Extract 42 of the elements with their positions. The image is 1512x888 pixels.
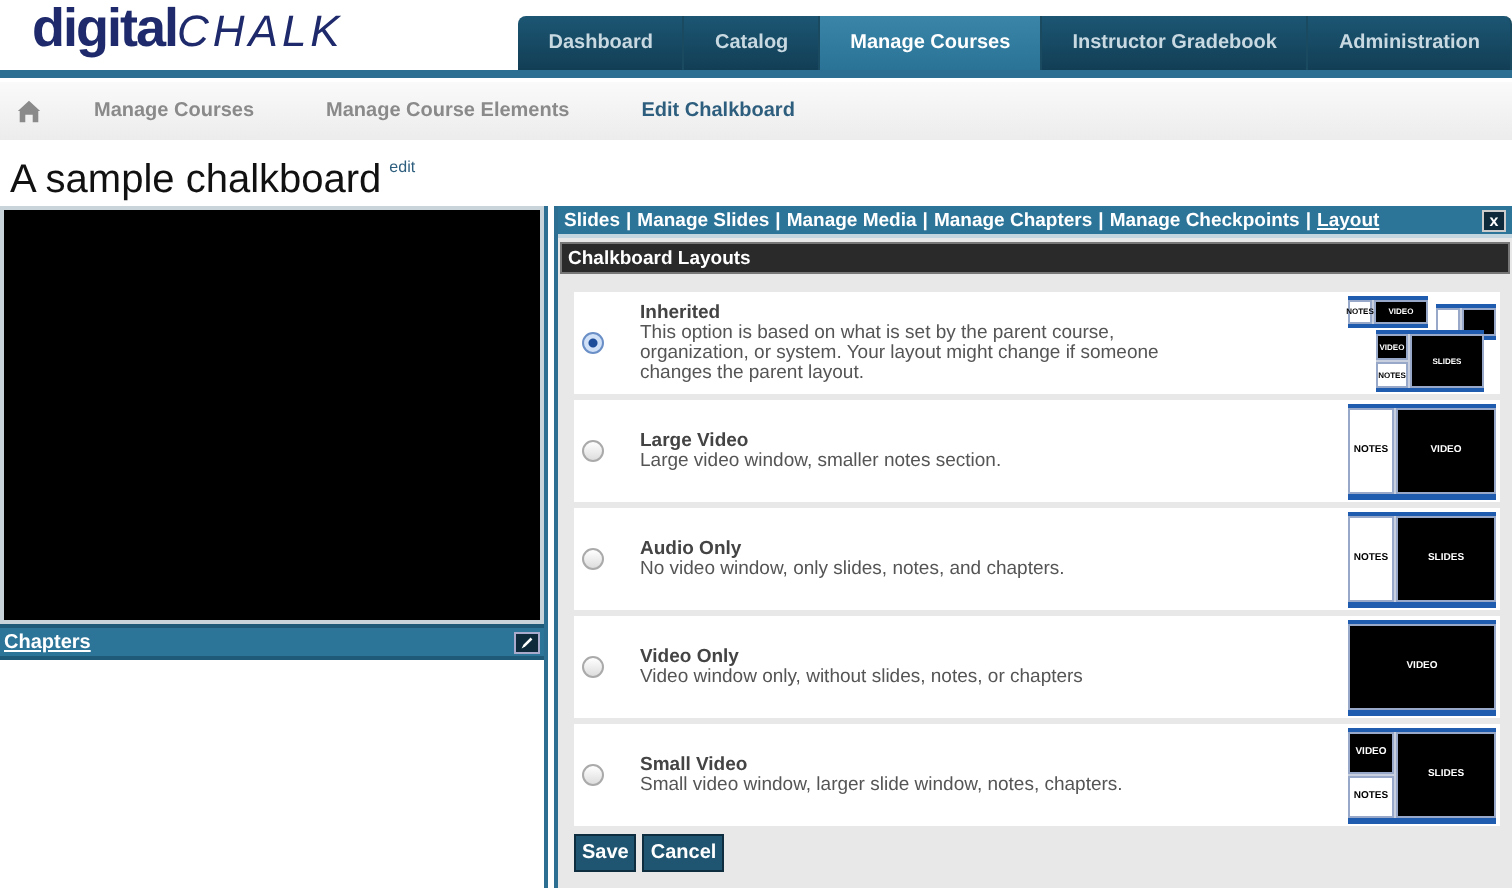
layout-name: Video Only bbox=[640, 647, 741, 667]
radio-button[interactable] bbox=[582, 440, 604, 462]
nav-tab[interactable]: Administration bbox=[1308, 16, 1512, 70]
breadcrumb-link[interactable]: Edit Chalkboard bbox=[613, 100, 839, 122]
close-button[interactable]: x bbox=[1482, 209, 1506, 231]
action-button[interactable]: Cancel bbox=[642, 834, 725, 872]
action-button[interactable]: Save bbox=[574, 834, 637, 872]
radio-button[interactable] bbox=[582, 548, 604, 570]
layout-name: Small Video bbox=[640, 755, 750, 775]
radio-button[interactable] bbox=[582, 764, 604, 786]
toolbar-link[interactable]: Manage Chapters bbox=[933, 209, 1093, 231]
layout-description: Small video window, larger slide window, notes, chapters. bbox=[640, 775, 1125, 795]
layout-name: Inherited bbox=[640, 303, 723, 323]
layout-description: No video window, only slides, notes, and chapters. bbox=[640, 559, 1067, 579]
layout-name: Audio Only bbox=[640, 539, 744, 559]
separator: | bbox=[626, 209, 632, 231]
layout-description: This option is based on what is set by the parent course, organization, or system. Your layout might change if someone changes the parent layout. bbox=[640, 323, 1161, 383]
toolbar-link[interactable]: Manage Media bbox=[786, 209, 917, 231]
radio-button[interactable] bbox=[582, 332, 604, 354]
nav-tab[interactable]: Manage Courses bbox=[820, 16, 1043, 70]
separator: | bbox=[775, 209, 781, 231]
separator: | bbox=[1098, 209, 1104, 231]
edit-icon[interactable] bbox=[514, 631, 540, 653]
toolbar-link[interactable]: Slides bbox=[564, 209, 620, 231]
logo[interactable]: digitalCHALK bbox=[0, 0, 344, 66]
toolbar-link[interactable]: Manage Slides bbox=[637, 209, 770, 231]
layout-name: Large Video bbox=[640, 431, 751, 451]
chapters-link[interactable]: Chapters bbox=[4, 631, 91, 653]
section-title: Chalkboard Layouts bbox=[568, 247, 751, 269]
edit-link[interactable]: edit bbox=[389, 158, 416, 176]
home-icon[interactable] bbox=[16, 98, 42, 124]
radio-button[interactable] bbox=[582, 656, 604, 678]
separator: | bbox=[922, 209, 928, 231]
toolbar-link[interactable]: Layout bbox=[1317, 209, 1380, 231]
page-title: A sample chalkboard bbox=[10, 158, 382, 202]
layout-description: Large video window, smaller notes section. bbox=[640, 451, 1004, 471]
layout-description: Video window only, without slides, notes, or chapters bbox=[640, 667, 1085, 687]
nav-tab[interactable]: Dashboard bbox=[518, 16, 685, 70]
nav-tab[interactable]: Instructor Gradebook bbox=[1042, 16, 1309, 70]
separator: | bbox=[1305, 209, 1312, 231]
toolbar-link[interactable]: Manage Checkpoints bbox=[1109, 209, 1300, 231]
nav-tab[interactable]: Catalog bbox=[684, 16, 821, 70]
